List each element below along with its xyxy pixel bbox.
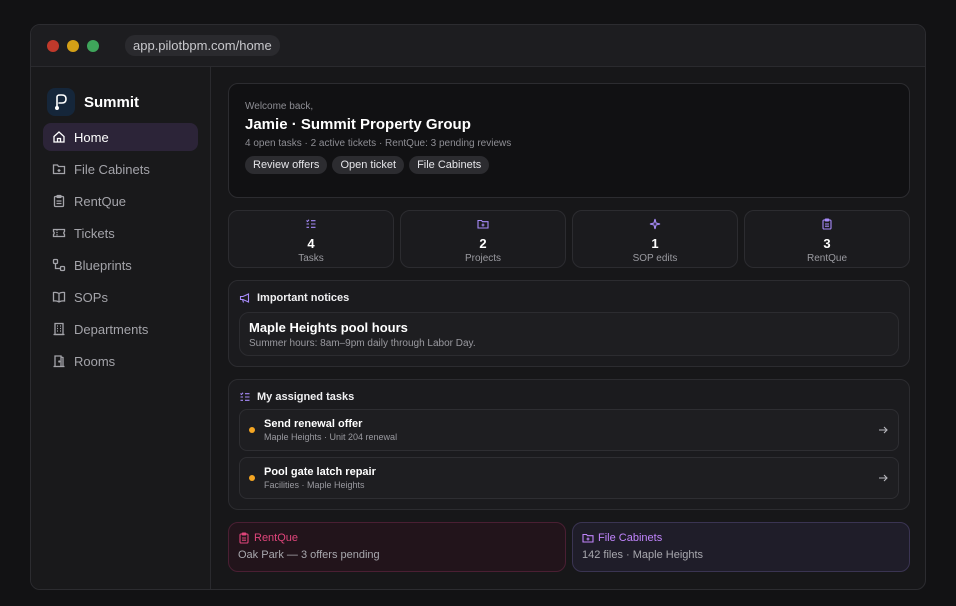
sidebar-item-rooms[interactable]: Rooms (43, 347, 198, 375)
stat-value: 1 (651, 236, 659, 251)
main-content: Welcome back, Jamie · Summit Property Gr… (228, 83, 910, 572)
folder-icon (582, 533, 594, 543)
notice-title: Maple Heights pool hours (249, 320, 408, 335)
sidebar-item-rentque[interactable]: RentQue (43, 187, 198, 215)
book-icon (52, 291, 66, 303)
sidebar-item-departments[interactable]: Departments (43, 315, 198, 343)
shortcut-row: RentQue Oak Park — 3 offers pending File… (228, 522, 910, 572)
close-window-button[interactable] (47, 39, 59, 52)
sidebar-item-label: Blueprints (74, 257, 132, 273)
task-item[interactable]: Pool gate latch repair Facilities · Mapl… (239, 457, 899, 499)
stat-tasks[interactable]: 4 Tasks (228, 210, 394, 268)
home-icon (53, 131, 65, 143)
sidebar-item-label: Tickets (74, 225, 115, 241)
task-subtitle: Facilities · Maple Heights (264, 480, 365, 490)
sparkle-icon (649, 218, 661, 230)
quick-actions: Review offers Open ticket File Cabinets (245, 156, 893, 174)
workflow-icon (52, 258, 66, 272)
shortcut-subtitle: Oak Park — 3 offers pending (238, 549, 380, 561)
list-check-icon (240, 392, 250, 401)
list-check-icon (306, 219, 316, 228)
open-ticket-button[interactable]: Open ticket (332, 156, 405, 174)
brand-name: Summit (84, 93, 140, 111)
stat-value: 2 (479, 236, 487, 251)
brand-logo-icon (47, 88, 75, 116)
page-title: Jamie · Summit Property Group (245, 116, 471, 133)
stats-row: 4 Tasks 2 Projects 1 SOP edits 3 RentQue (228, 210, 910, 268)
sidebar-item-label: Departments (74, 321, 149, 337)
task-item[interactable]: Send renewal offer Maple Heights · Unit … (239, 409, 899, 451)
notice-body: Summer hours: 8am–9pm daily through Labo… (249, 338, 476, 349)
clipboard-icon (822, 218, 832, 230)
arrow-right-icon[interactable] (877, 424, 889, 436)
sidebar-item-blueprints[interactable]: Blueprints (43, 251, 198, 279)
section-title: My assigned tasks (257, 391, 355, 403)
sidebar-item-sops[interactable]: SOPs (43, 283, 198, 311)
title-bar: app.pilotbpm.com/home (31, 25, 925, 67)
sidebar-item-label: File Cabinets (74, 161, 150, 177)
shortcut-subtitle: 142 files · Maple Heights (582, 549, 704, 561)
tasks-card: My assigned tasks Send renewal offer Map… (228, 379, 910, 510)
arrow-right-icon[interactable] (877, 472, 889, 484)
shortcut-title: File Cabinets (598, 532, 663, 544)
sidebar-item-label: RentQue (74, 193, 127, 209)
stat-value: 3 (823, 236, 831, 251)
maximize-window-button[interactable] (87, 39, 99, 52)
welcome-card: Welcome back, Jamie · Summit Property Gr… (228, 83, 910, 198)
stat-rentque[interactable]: 3 RentQue (744, 210, 910, 268)
clipboard-icon (53, 194, 65, 208)
app-window: app.pilotbpm.com/home Summit Home File C… (30, 24, 926, 590)
task-status-dot (249, 427, 255, 433)
sidebar-item-home[interactable]: Home (43, 123, 198, 151)
file-cabinets-shortcut[interactable]: File Cabinets 142 files · Maple Heights (572, 522, 910, 572)
task-status-dot (249, 475, 255, 481)
clipboard-icon (239, 532, 249, 544)
shortcut-heading: RentQue (238, 532, 556, 544)
stat-sop-edits[interactable]: 1 SOP edits (572, 210, 738, 268)
notices-card: Important notices Maple Heights pool hou… (228, 280, 910, 367)
summary-text: 4 open tasks · 2 active tickets · RentQu… (245, 138, 512, 149)
sidebar-item-tickets[interactable]: Tickets (43, 219, 198, 247)
task-title: Send renewal offer (264, 418, 363, 430)
folder-icon (477, 219, 489, 229)
building-icon (53, 322, 65, 336)
address-bar[interactable]: app.pilotbpm.com/home (125, 35, 280, 56)
folder-icon (52, 164, 66, 175)
task-subtitle: Maple Heights · Unit 204 renewal (264, 432, 398, 442)
stat-label: SOP edits (632, 253, 678, 264)
megaphone-icon (239, 293, 250, 303)
stat-label: RentQue (806, 253, 848, 264)
section-title: Important notices (257, 292, 350, 304)
shortcut-heading: File Cabinets (582, 532, 900, 544)
sidebar-nav: Home File Cabinets RentQue Tickets Bluep… (31, 123, 210, 375)
sidebar-item-label: SOPs (74, 289, 108, 305)
sidebar: Summit Home File Cabinets RentQue Ticket… (31, 67, 211, 589)
notice-item[interactable]: Maple Heights pool hours Summer hours: 8… (239, 312, 899, 356)
stat-projects[interactable]: 2 Projects (400, 210, 566, 268)
notices-heading: Important notices (239, 292, 899, 304)
stat-value: 4 (307, 236, 315, 251)
sidebar-item-file-cabinets[interactable]: File Cabinets (43, 155, 198, 183)
task-title: Pool gate latch repair (264, 466, 376, 478)
brand[interactable]: Summit (31, 67, 210, 123)
sidebar-item-label: Home (74, 129, 109, 145)
shortcut-title: RentQue (254, 532, 299, 544)
door-icon (53, 355, 65, 368)
ticket-icon (52, 228, 66, 238)
stat-label: Tasks (298, 253, 324, 264)
stat-label: Projects (464, 253, 502, 264)
minimize-window-button[interactable] (67, 39, 79, 52)
file-cabinets-button[interactable]: File Cabinets (409, 156, 490, 174)
welcome-text: Welcome back, (245, 101, 314, 112)
review-offers-button[interactable]: Review offers (245, 156, 328, 174)
rentque-shortcut[interactable]: RentQue Oak Park — 3 offers pending (228, 522, 566, 572)
sidebar-item-label: Rooms (74, 353, 116, 369)
tasks-heading: My assigned tasks (239, 391, 899, 403)
